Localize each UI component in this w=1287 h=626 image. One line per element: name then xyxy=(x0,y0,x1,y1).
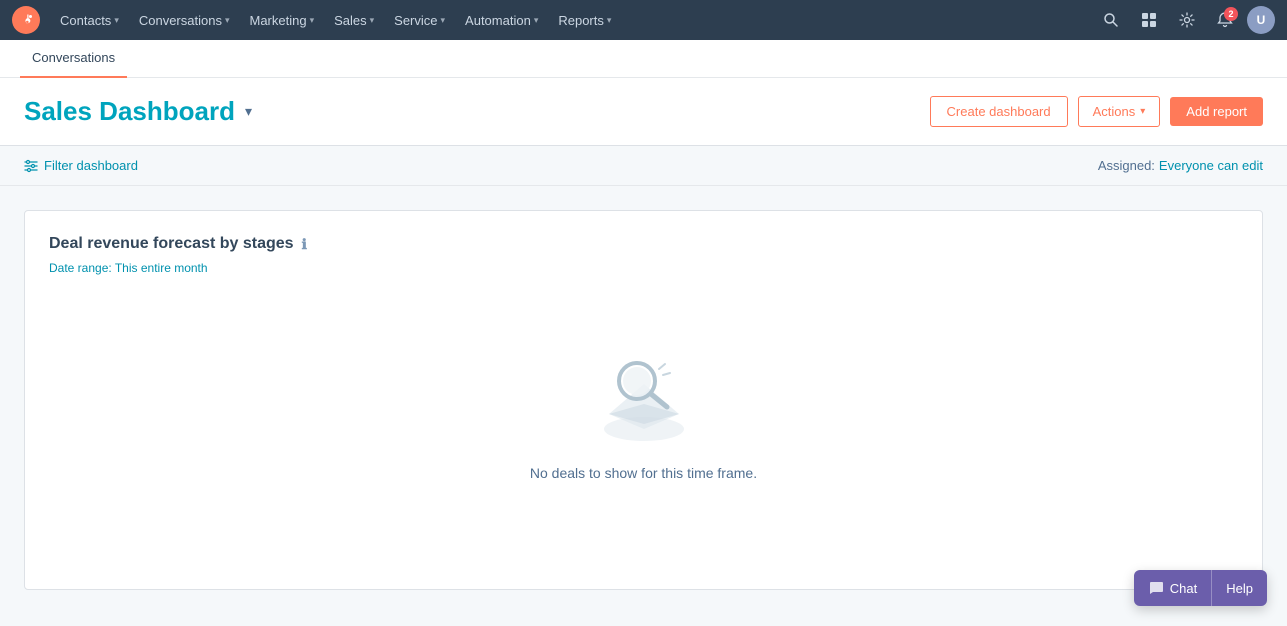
chat-button[interactable]: Chat xyxy=(1134,570,1211,606)
assigned-row: Assigned: Everyone can edit xyxy=(1098,158,1263,173)
add-report-button[interactable]: Add report xyxy=(1170,97,1263,126)
actions-button[interactable]: Actions ▾ xyxy=(1078,96,1161,127)
reports-chevron-icon: ▾ xyxy=(607,15,612,26)
nav-marketing[interactable]: Marketing ▾ xyxy=(241,9,322,32)
marketplace-button[interactable] xyxy=(1133,4,1165,36)
nav-contacts[interactable]: Contacts ▾ xyxy=(52,9,127,32)
main-content: Deal revenue forecast by stages ℹ Date r… xyxy=(0,186,1287,614)
page-header: Sales Dashboard ▾ Create dashboard Actio… xyxy=(0,78,1287,146)
nav-sales[interactable]: Sales ▾ xyxy=(326,9,382,32)
hubspot-logo[interactable] xyxy=(12,6,40,34)
title-dropdown-icon[interactable]: ▾ xyxy=(245,103,252,120)
nav-automation[interactable]: Automation ▾ xyxy=(457,9,546,32)
info-icon[interactable]: ℹ xyxy=(302,236,307,253)
empty-message: No deals to show for this time frame. xyxy=(530,465,757,481)
page-header-actions: Create dashboard Actions ▾ Add report xyxy=(930,96,1263,127)
chat-widget[interactable]: Chat Help xyxy=(1134,570,1267,606)
filter-dashboard-link[interactable]: Filter dashboard xyxy=(24,158,138,173)
empty-state-illustration xyxy=(579,339,709,449)
top-navigation: Contacts ▾ Conversations ▾ Marketing ▾ S… xyxy=(0,0,1287,40)
date-range-value: This entire month xyxy=(115,261,208,275)
page-title-row: Sales Dashboard ▾ xyxy=(24,96,252,127)
tab-conversations[interactable]: Conversations xyxy=(20,40,127,78)
filter-bar: Filter dashboard Assigned: Everyone can … xyxy=(0,146,1287,186)
nav-service[interactable]: Service ▾ xyxy=(386,9,453,32)
settings-button[interactable] xyxy=(1171,4,1203,36)
nav-conversations[interactable]: Conversations ▾ xyxy=(131,9,238,32)
service-chevron-icon: ▾ xyxy=(441,15,446,26)
date-range: Date range: This entire month xyxy=(49,261,1238,275)
nav-right-section: 2 U xyxy=(1095,4,1275,36)
notifications-button[interactable]: 2 xyxy=(1209,4,1241,36)
assigned-value-link[interactable]: Everyone can edit xyxy=(1159,158,1263,173)
marketing-chevron-icon: ▾ xyxy=(310,15,315,26)
search-button[interactable] xyxy=(1095,4,1127,36)
forecast-card: Deal revenue forecast by stages ℹ Date r… xyxy=(24,210,1263,590)
actions-chevron-icon: ▾ xyxy=(1140,106,1145,117)
user-avatar[interactable]: U xyxy=(1247,6,1275,34)
create-dashboard-button[interactable]: Create dashboard xyxy=(930,96,1068,127)
conversations-chevron-icon: ▾ xyxy=(225,15,230,26)
nav-reports[interactable]: Reports ▾ xyxy=(550,9,619,32)
notification-badge: 2 xyxy=(1224,7,1238,21)
card-title-row: Deal revenue forecast by stages ℹ xyxy=(49,235,1238,253)
automation-chevron-icon: ▾ xyxy=(534,15,539,26)
breadcrumb-bar: Conversations xyxy=(0,40,1287,78)
contacts-chevron-icon: ▾ xyxy=(114,15,119,26)
page-title[interactable]: Sales Dashboard xyxy=(24,96,235,127)
sales-chevron-icon: ▾ xyxy=(370,15,375,26)
empty-state: No deals to show for this time frame. xyxy=(49,299,1238,501)
help-button[interactable]: Help xyxy=(1212,571,1267,606)
